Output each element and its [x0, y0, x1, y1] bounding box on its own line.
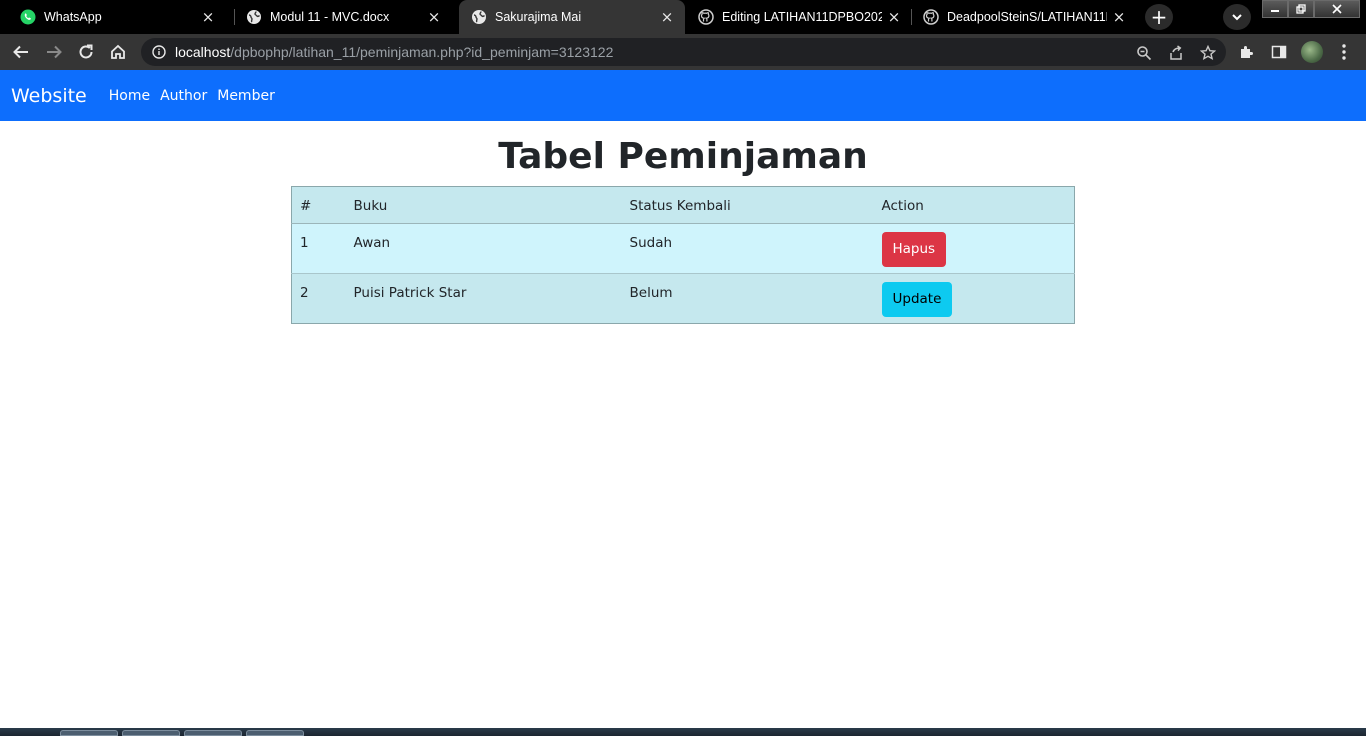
table-row: 1 Awan Sudah Hapus	[291, 223, 1075, 274]
cell-action: Update	[873, 273, 1075, 324]
cell-number: 2	[291, 273, 346, 324]
tab-sakurajima-mai[interactable]: Sakurajima Mai ×	[459, 0, 685, 34]
url-path: /dpbophp/latihan_11/peminjaman.php?id_pe…	[230, 44, 614, 60]
cell-buku: Awan	[345, 223, 622, 274]
arrow-left-icon	[13, 45, 28, 59]
forward-button[interactable]	[42, 40, 66, 64]
cell-buku: Puisi Patrick Star	[345, 273, 622, 324]
more-menu-icon[interactable]	[1334, 42, 1354, 62]
bookmark-star-icon[interactable]	[1199, 44, 1217, 62]
tab-title: Sakurajima Mai	[495, 10, 582, 24]
hapus-button[interactable]: Hapus	[881, 232, 947, 267]
table-row: 2 Puisi Patrick Star Belum Update	[291, 273, 1075, 324]
info-icon[interactable]	[151, 44, 167, 60]
tab-editing-latihan[interactable]: Editing LATIHAN11DPBO2022 ×	[686, 0, 912, 34]
column-header-buku: Buku	[345, 186, 622, 224]
browser-tab-strip: WhatsApp × Modul 11 - MVC.docx × Sakuraj…	[0, 0, 1366, 34]
globe-icon	[471, 9, 487, 25]
cell-action: Hapus	[873, 223, 1075, 274]
side-panel-icon[interactable]	[1269, 42, 1289, 62]
browser-toolbar: localhost/dpbophp/latihan_11/peminjaman.…	[0, 34, 1366, 70]
profile-avatar[interactable]	[1301, 41, 1323, 63]
restore-button[interactable]	[1288, 0, 1314, 18]
update-button[interactable]: Update	[881, 282, 953, 317]
taskbar-item[interactable]	[122, 730, 180, 736]
plus-icon: +	[1150, 5, 1168, 29]
chevron-down-icon	[1231, 8, 1243, 27]
tab-close-icon[interactable]: ×	[200, 8, 216, 26]
arrow-right-icon	[47, 45, 62, 59]
column-header-number: #	[291, 186, 346, 224]
reload-button[interactable]	[74, 40, 98, 64]
whatsapp-icon	[20, 9, 36, 25]
tab-title: WhatsApp	[44, 10, 102, 24]
tab-title: DeadpoolSteinS/LATIHAN11DPBO2022	[947, 10, 1107, 24]
tab-title: Modul 11 - MVC.docx	[270, 10, 390, 24]
taskbar-item[interactable]	[246, 730, 304, 736]
column-header-action: Action	[873, 186, 1075, 224]
table-header-row: # Buku Status Kembali Action	[291, 186, 1075, 224]
back-button[interactable]	[9, 40, 33, 64]
tab-search-button[interactable]	[1223, 4, 1251, 30]
column-header-status: Status Kembali	[621, 186, 874, 224]
globe-icon	[246, 9, 262, 25]
nav-link-member[interactable]: Member	[217, 88, 275, 104]
tab-whatsapp[interactable]: WhatsApp ×	[0, 0, 226, 34]
address-bar[interactable]: localhost/dpbophp/latihan_11/peminjaman.…	[141, 38, 1226, 66]
extensions-puzzle-icon[interactable]	[1237, 42, 1257, 62]
home-button[interactable]	[106, 40, 130, 64]
tab-modul-11[interactable]: Modul 11 - MVC.docx ×	[226, 0, 452, 34]
taskbar-item[interactable]	[60, 730, 118, 736]
zoom-icon[interactable]	[1135, 44, 1153, 62]
home-icon	[111, 44, 125, 59]
tab-title: Editing LATIHAN11DPBO2022	[722, 10, 882, 24]
page-title: Tabel Peminjaman	[498, 136, 868, 177]
tab-close-icon[interactable]: ×	[1111, 8, 1127, 26]
nav-link-home[interactable]: Home	[109, 88, 150, 104]
tab-close-icon[interactable]: ×	[886, 8, 902, 26]
url-host: localhost	[175, 44, 231, 60]
cell-status: Belum	[621, 273, 874, 324]
share-icon[interactable]	[1167, 44, 1185, 62]
tab-deadpoolsteins[interactable]: DeadpoolSteinS/LATIHAN11DPBO2022 ×	[911, 0, 1137, 34]
tab-close-icon[interactable]: ×	[659, 8, 675, 26]
cell-number: 1	[291, 223, 346, 274]
url-text: localhost/dpbophp/latihan_11/peminjaman.…	[175, 44, 613, 60]
reload-icon	[79, 44, 93, 59]
github-icon	[923, 9, 939, 25]
navbar-brand[interactable]: Website	[11, 85, 87, 107]
window-controls	[1262, 0, 1360, 18]
close-window-button[interactable]	[1314, 0, 1360, 18]
minimize-button[interactable]	[1262, 0, 1288, 18]
peminjaman-table: # Buku Status Kembali Action 1 Awan Suda…	[291, 186, 1075, 324]
tab-close-icon[interactable]: ×	[426, 8, 442, 26]
nav-link-author[interactable]: Author	[160, 88, 207, 104]
new-tab-button[interactable]: +	[1145, 4, 1173, 30]
cell-status: Sudah	[621, 223, 874, 274]
site-navbar: Website Home Author Member	[0, 70, 1366, 121]
taskbar-item[interactable]	[184, 730, 242, 736]
github-icon	[698, 9, 714, 25]
